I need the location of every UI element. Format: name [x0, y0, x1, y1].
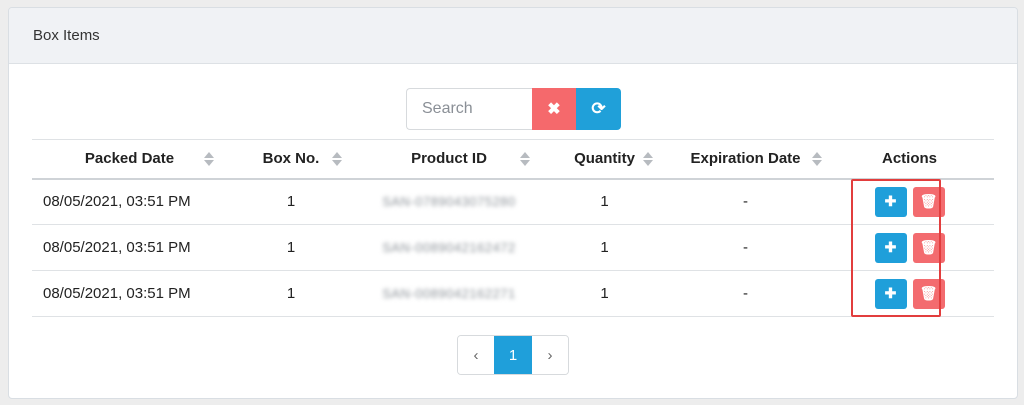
refresh-icon: ⟳ [591, 99, 606, 118]
actions-cell: ✚ 🗑 [825, 271, 994, 317]
quantity-cell: 1 [600, 239, 609, 256]
delete-button[interactable]: 🗑 [912, 186, 945, 217]
column-header-actions: Actions [881, 150, 937, 168]
trash-icon: 🗑 [919, 193, 938, 210]
actions-cell: ✚ 🗑 [825, 179, 994, 225]
product-id-redacted: SAN-0089042162472 [382, 240, 516, 255]
box-no-cell: 1 [286, 239, 296, 256]
product-id-cell: SAN-0089042162472 [355, 225, 543, 271]
box-no-cell: 1 [286, 285, 296, 302]
box-no-cell: 1 [286, 193, 296, 211]
refresh-button[interactable]: ⟳ [576, 88, 621, 130]
add-button[interactable]: ✚ [874, 232, 907, 263]
sort-icon [204, 152, 214, 166]
panel-title: Box Items [33, 27, 100, 44]
column-header-expiration-date[interactable]: Expiration Date [666, 140, 825, 179]
trash-icon: 🗑 [919, 239, 938, 255]
packed-date-cell: 08/05/2021, 03:51 PM [43, 193, 191, 211]
add-button[interactable]: ✚ [874, 278, 907, 309]
search-toolbar: ✖ ⟳ [406, 88, 621, 130]
plus-icon: ✚ [884, 239, 897, 255]
add-button[interactable]: ✚ [874, 186, 907, 217]
product-id-cell: SAN-0789043075280 [355, 179, 543, 225]
next-page-button[interactable]: › [532, 336, 568, 374]
column-header-packed-date[interactable]: Packed Date [32, 140, 227, 179]
plus-icon: ✚ [884, 285, 897, 301]
clear-search-button[interactable]: ✖ [532, 88, 576, 130]
box-items-panel: Box Items ✖ ⟳ Packed Date Box No. Produc [8, 7, 1018, 399]
table-row: 08/05/2021, 03:51 PM 1 SAN-0789043075280… [32, 179, 994, 225]
expiration-date-cell: - [743, 193, 748, 211]
table-row: 08/05/2021, 03:51 PM 1 SAN-0089042162472… [32, 225, 994, 271]
sort-icon [812, 152, 822, 166]
expiration-date-cell: - [743, 239, 748, 256]
box-items-table: Packed Date Box No. Product ID Quantity … [32, 139, 994, 317]
delete-button[interactable]: 🗑 [912, 278, 945, 309]
expiration-date-cell: - [743, 285, 748, 302]
previous-page-button[interactable]: ‹ [458, 336, 494, 374]
close-icon: ✖ [547, 101, 561, 118]
sort-icon [332, 152, 342, 166]
panel-header: Box Items [9, 8, 1017, 64]
packed-date-cell: 08/05/2021, 03:51 PM [43, 285, 191, 302]
trash-icon: 🗑 [919, 285, 938, 301]
product-id-cell: SAN-0089042162271 [355, 271, 543, 317]
column-header-quantity[interactable]: Quantity [543, 140, 666, 179]
column-header-box-no[interactable]: Box No. [227, 140, 355, 179]
pagination: ‹ 1 › [457, 335, 569, 375]
actions-cell: ✚ 🗑 [825, 225, 994, 271]
quantity-cell: 1 [600, 193, 609, 211]
table-header-row: Packed Date Box No. Product ID Quantity … [32, 139, 994, 179]
search-input[interactable] [406, 88, 532, 130]
column-header-product-id[interactable]: Product ID [355, 140, 543, 179]
quantity-cell: 1 [600, 285, 609, 302]
packed-date-cell: 08/05/2021, 03:51 PM [43, 239, 191, 256]
plus-icon: ✚ [884, 193, 897, 210]
delete-button[interactable]: 🗑 [912, 232, 945, 263]
product-id-redacted: SAN-0789043075280 [382, 194, 516, 210]
table-row: 08/05/2021, 03:51 PM 1 SAN-0089042162271… [32, 271, 994, 317]
product-id-redacted: SAN-0089042162271 [382, 286, 516, 301]
sort-icon [643, 152, 653, 166]
sort-icon [520, 152, 530, 166]
page-1-button[interactable]: 1 [494, 336, 532, 374]
